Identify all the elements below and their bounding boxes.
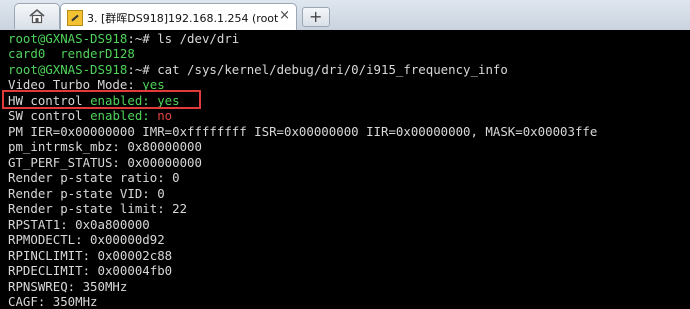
terminal-line: PM IER=0x00000000 IMR=0xffffffff ISR=0x0…	[8, 124, 598, 139]
terminal-line: Render p-state VID: 0	[8, 186, 165, 201]
terminal-line: RPDECLIMIT: 0x00004fb0	[8, 263, 173, 278]
terminal-line: pm_intrmsk_mbz: 0x80000000	[8, 139, 202, 154]
session-tab-title: 3. [群晖DS918]192.168.1.254 (root)	[87, 12, 279, 25]
prompt-host: root@GXNAS-DS918	[8, 31, 128, 46]
terminal-line: GT_PERF_STATUS: 0x00000000	[8, 155, 202, 170]
terminal-line: card0 renderD128	[8, 46, 135, 61]
home-tab[interactable]	[14, 3, 60, 29]
tab-bar: 3. [群晖DS918]192.168.1.254 (root) × +	[0, 0, 690, 31]
command-text: ls /dev/dri	[149, 31, 240, 46]
terminal-line: RPMODECTL: 0x00000d92	[8, 232, 165, 247]
terminal-line: Render p-state ratio: 0	[8, 170, 180, 185]
terminal-line: RPINCLIMIT: 0x00002c88	[8, 248, 173, 263]
close-tab-button[interactable]: ×	[279, 8, 290, 23]
command-text: cat /sys/kernel/debug/dri/0/i915_frequen…	[149, 62, 508, 77]
terminal-line: SW control enabled: no	[8, 108, 172, 123]
terminal-line: CAGF: 350MHz	[8, 294, 98, 309]
plus-icon: +	[309, 7, 323, 26]
session-tab[interactable]: 3. [群晖DS918]192.168.1.254 (root) ×	[60, 3, 297, 30]
terminal-line: RPSTAT1: 0x0a800000	[8, 217, 150, 232]
pencil-icon	[67, 10, 83, 26]
line-label: SW control	[8, 108, 91, 123]
terminal-area[interactable]: root@GXNAS-DS918:~# ls /dev/dri card0 re…	[0, 30, 690, 309]
home-icon	[29, 8, 45, 24]
terminal-line: root@GXNAS-DS918:~# cat /sys/kernel/debu…	[8, 62, 508, 77]
prompt-sep: :~#	[127, 31, 150, 46]
terminal-line: Render p-state limit: 22	[8, 201, 188, 216]
highlight-box	[2, 90, 201, 109]
line-value: no	[157, 108, 173, 123]
terminal-line: root@GXNAS-DS918:~# ls /dev/dri	[8, 31, 239, 46]
prompt-host: root@GXNAS-DS918	[8, 62, 128, 77]
terminal-line: RPNSWREQ: 350MHz	[8, 279, 128, 294]
new-tab-button[interactable]: +	[302, 7, 330, 27]
prompt-sep: :~#	[127, 62, 150, 77]
line-mid: enabled:	[90, 108, 158, 123]
